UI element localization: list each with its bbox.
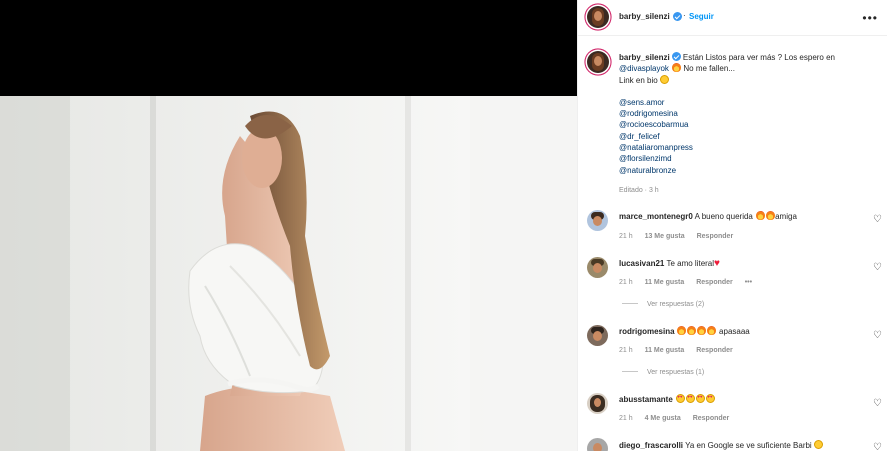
fire-emoji-icon: [765, 211, 775, 220]
caption-author-avatar[interactable]: [587, 51, 609, 73]
heart-eyes-emoji-icon: [675, 394, 685, 403]
comment-more-icon[interactable]: •••: [745, 279, 752, 286]
comment-item: abusstamante ♡ 21 h 4 Me gusta Responder: [578, 391, 887, 431]
reply-button[interactable]: Responder: [693, 415, 730, 422]
comment-text: A bueno querida: [694, 212, 753, 221]
fire-emoji-icon: [671, 63, 681, 73]
follow-button[interactable]: Seguir: [689, 12, 714, 21]
like-heart-icon[interactable]: ♡: [873, 443, 882, 451]
commenter-username[interactable]: abusstamante: [619, 395, 673, 404]
tag-mention[interactable]: @naturalbronze: [619, 165, 874, 176]
tag-mention[interactable]: @dr_felicef: [619, 131, 874, 142]
comment-likes[interactable]: 4 Me gusta: [645, 415, 681, 422]
tag-mention[interactable]: @rocioescobarmua: [619, 119, 874, 130]
heart-eyes-emoji-icon: [695, 394, 705, 403]
edited-timestamp: Editado · 3 h: [619, 187, 659, 194]
caption-mention[interactable]: @divasplayok: [619, 64, 669, 73]
view-replies-button[interactable]: Ver respuestas (1): [622, 369, 704, 376]
tag-mention[interactable]: @sens.amor: [619, 97, 874, 108]
photo-illustration: [0, 96, 577, 451]
heart-eyes-emoji-icon: [705, 394, 715, 403]
tag-mention[interactable]: @florsilenzimd: [619, 153, 874, 164]
tag-mention[interactable]: @nataliaromanpress: [619, 142, 874, 153]
commenter-avatar[interactable]: [587, 325, 608, 346]
like-heart-icon[interactable]: ♡: [873, 399, 882, 409]
commenter-avatar[interactable]: [587, 438, 608, 451]
fire-emoji-icon: [677, 326, 687, 335]
caption-username[interactable]: barby_silenzi: [619, 53, 670, 62]
fire-emoji-icon: [707, 326, 717, 335]
comment-time: 21 h: [619, 233, 633, 240]
post-caption: barby_silenzi Están Listos para ver más …: [619, 52, 874, 176]
like-heart-icon[interactable]: ♡: [873, 215, 882, 225]
comment-likes[interactable]: 11 Me gusta: [645, 279, 685, 286]
more-options-icon[interactable]: •••: [862, 11, 878, 25]
post-media: [0, 0, 577, 451]
commenter-username[interactable]: rodrigomesina: [619, 327, 675, 336]
caption-text: Están Listos para ver más ? Los espero e…: [682, 53, 836, 62]
fire-emoji-icon: [687, 326, 697, 335]
commenter-avatar[interactable]: [587, 257, 608, 278]
comment-likes[interactable]: 13 Me gusta: [645, 233, 685, 240]
comment-item: rodrigomesina apasaaa ♡ 21 h 11 Me gusta…: [578, 323, 887, 383]
caption-link-text: Link en bio: [619, 75, 658, 85]
tag-mention[interactable]: @rodrigomesina: [619, 108, 874, 119]
post-photo[interactable]: [0, 96, 577, 451]
comment-item: lucasivan21 Te amo literal♥ ♡ 21 h 11 Me…: [578, 255, 887, 315]
commenter-avatar[interactable]: [587, 393, 608, 414]
verified-badge-icon: [673, 12, 682, 21]
comment-text-suffix: amiga: [775, 212, 797, 221]
comment-likes[interactable]: 11 Me gusta: [645, 347, 685, 354]
comment-text: Ya en Google se ve suficiente Barbi: [685, 441, 812, 450]
heart-emoji-icon: ♥: [714, 258, 720, 269]
author-username[interactable]: barby_silenzi: [619, 12, 670, 21]
reply-button[interactable]: Responder: [696, 347, 733, 354]
verified-badge-icon: [671, 52, 681, 61]
comment-item: diego_frascarolli Ya en Google se ve suf…: [578, 437, 887, 451]
smile-emoji-icon: [660, 74, 670, 84]
smile-emoji-icon: [814, 440, 824, 449]
like-heart-icon[interactable]: ♡: [873, 331, 882, 341]
comment-text: apasaaa: [719, 327, 750, 336]
fire-emoji-icon: [755, 211, 765, 220]
commenter-avatar[interactable]: [587, 210, 608, 231]
like-heart-icon[interactable]: ♡: [873, 263, 882, 273]
reply-button[interactable]: Responder: [697, 233, 734, 240]
fire-emoji-icon: [697, 326, 707, 335]
commenter-username[interactable]: diego_frascarolli: [619, 441, 683, 450]
commenter-username[interactable]: lucasivan21: [619, 259, 664, 268]
reply-button[interactable]: Responder: [696, 279, 733, 286]
comment-time: 21 h: [619, 415, 633, 422]
comment-item: marce_montenegr0 A bueno querida amiga ♡…: [578, 207, 887, 247]
comment-time: 21 h: [619, 347, 633, 354]
post-header: barby_silenzi · Seguir •••: [578, 0, 887, 36]
author-avatar[interactable]: [587, 6, 609, 28]
post-sidebar: barby_silenzi · Seguir ••• barby_silenzi…: [577, 0, 887, 451]
view-replies-button[interactable]: Ver respuestas (2): [622, 301, 704, 308]
commenter-username[interactable]: marce_montenegr0: [619, 212, 693, 221]
caption-text-2: No me fallen...: [683, 64, 735, 74]
comment-time: 21 h: [619, 279, 633, 286]
heart-eyes-emoji-icon: [685, 394, 695, 403]
comment-text: Te amo literal: [666, 259, 715, 268]
